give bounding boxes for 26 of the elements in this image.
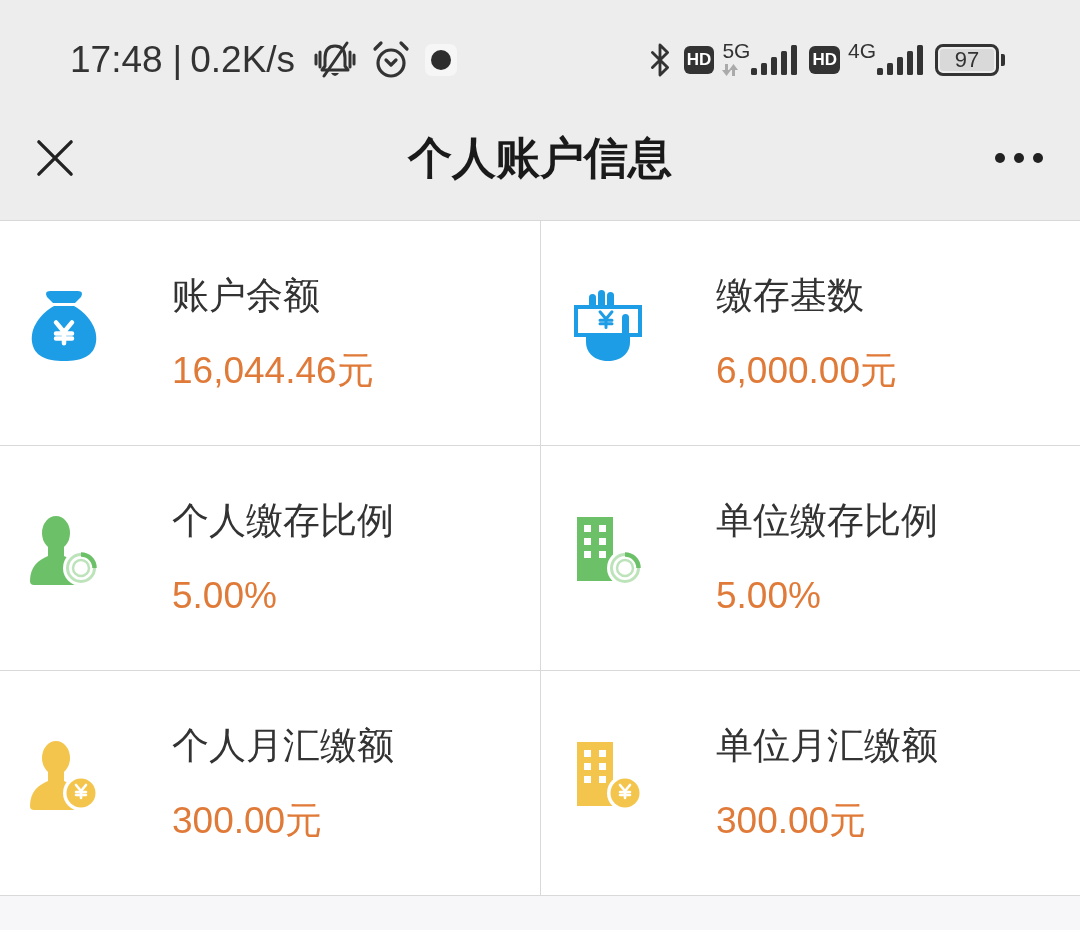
status-time: 17:48: [70, 38, 163, 82]
card-value: 300.00元: [716, 800, 868, 841]
card-value: 300.00元: [172, 800, 324, 841]
card-label: 个人月汇缴额: [172, 725, 394, 766]
card-label: 单位月汇缴额: [716, 725, 938, 766]
card-value: 16,044.46元: [172, 350, 374, 391]
network-type-label: 5G: [722, 40, 751, 62]
status-separator: |: [172, 38, 183, 82]
more-icon: [994, 152, 1044, 164]
close-icon: [36, 139, 74, 177]
battery-percentage: 97: [935, 44, 999, 76]
card-label: 缴存基数: [716, 275, 865, 316]
card-value: 5.00%: [172, 575, 278, 616]
card-label: 账户余额: [172, 275, 321, 316]
card-value: 5.00%: [716, 575, 822, 616]
page-title: 个人账户信息: [408, 131, 672, 184]
network-speed: 0.2K/s: [190, 38, 296, 82]
card-label: 个人缴存比例: [172, 500, 394, 541]
hd-badge: HD: [683, 46, 715, 74]
card-label: 单位缴存比例: [716, 500, 938, 541]
card-value: 6,000.00元: [716, 350, 898, 391]
signal-bars-icon: [751, 44, 798, 76]
network-type-label: 4G: [848, 40, 876, 62]
muted-bell-icon: [313, 40, 358, 80]
hd-badge: HD: [809, 46, 840, 74]
signal-bars-icon: [877, 44, 923, 76]
